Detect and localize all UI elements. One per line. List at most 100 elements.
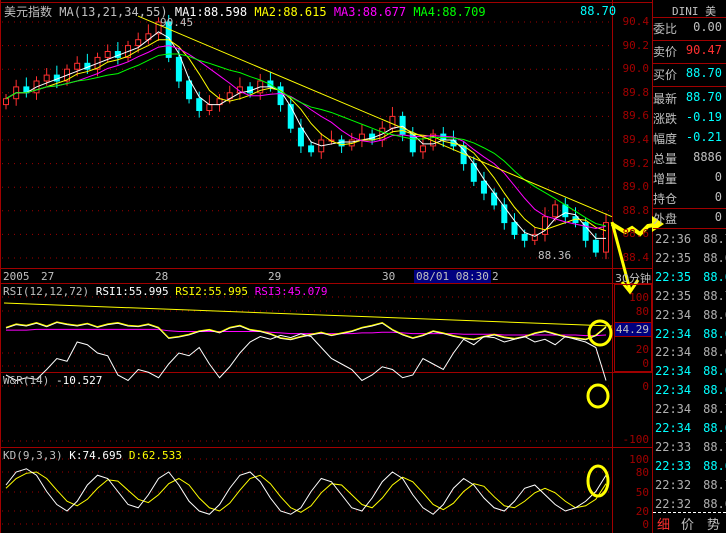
quote-row: 买价 88.70 xyxy=(653,66,726,84)
tick-price: 88.6 xyxy=(703,383,726,398)
rsi-tick-80: 80 xyxy=(635,305,649,318)
quote-row: 委比 0.00 xyxy=(653,20,726,38)
ma3-line xyxy=(5,45,607,230)
tick-time: 22:34 xyxy=(655,421,692,435)
tick-time: 22:34 xyxy=(655,383,692,398)
tick-price: 88.6 xyxy=(703,421,726,435)
wr-tick-0: 0 xyxy=(642,380,649,393)
kd-params: KD(9,3,3) xyxy=(3,449,63,462)
candle-up xyxy=(104,51,111,58)
d-line xyxy=(5,471,607,513)
tick-price: 88.7 xyxy=(703,439,726,454)
rsi2-line xyxy=(5,321,607,340)
quote-value: 0.00 xyxy=(693,20,722,34)
panel-tabs: 细 价 势 xyxy=(653,512,726,533)
price-tick: 90.2 xyxy=(622,38,650,52)
tab-price[interactable]: 价 xyxy=(681,514,694,533)
annotation-circle xyxy=(587,319,613,347)
candle-down xyxy=(186,80,193,100)
tick-time: 22:33 xyxy=(655,439,692,454)
date-30: 30 xyxy=(382,270,396,283)
candle-up xyxy=(74,62,81,70)
quote-label: 最新 xyxy=(653,92,678,106)
quote-value: 90.47 xyxy=(685,43,722,57)
wr-tick-100: -100 xyxy=(622,433,650,446)
rsi-tick-0: 0 xyxy=(642,357,649,370)
kd-header: KD(9,3,3) K:74.695 D:62.533 xyxy=(3,449,182,462)
quote-row: 总量 8886 xyxy=(653,150,726,168)
candle-up xyxy=(206,104,213,111)
price-trendline xyxy=(137,15,613,218)
d-value: D:62.533 xyxy=(128,449,182,462)
quote-label: 卖价 xyxy=(653,45,678,59)
main-header: 美元指数 MA(13,21,34,55) MA1:88.598 MA2:88.6… xyxy=(4,3,486,20)
candle-up xyxy=(358,133,365,141)
quote-divider xyxy=(653,40,726,41)
price-tick: 88.4 xyxy=(622,251,650,264)
quote-row: 增量 0 xyxy=(653,170,726,188)
date-2: 2 xyxy=(492,270,499,283)
candle-down xyxy=(308,145,315,153)
kd-tick-80: 80 xyxy=(635,466,649,479)
quote-label: 幅度 xyxy=(653,132,678,146)
candle-up xyxy=(552,204,559,218)
quote-value: 0 xyxy=(714,190,722,204)
price-tick: 89.6 xyxy=(622,109,650,123)
tick-price: 88.6 xyxy=(703,345,726,360)
quote-row: 持仓 0 xyxy=(653,190,726,208)
price-tick: 90.4 xyxy=(622,15,650,28)
tick-price: 88.6 xyxy=(703,326,726,341)
kd-tick-100: 100 xyxy=(629,453,649,466)
tick-price: 88.6 xyxy=(703,458,726,473)
candle-down xyxy=(592,239,599,253)
quote-label: 增量 xyxy=(653,172,678,186)
ma4-line xyxy=(5,53,607,227)
tab-detail[interactable]: 细 xyxy=(657,514,670,533)
quote-value: 0 xyxy=(714,210,722,224)
tick-time: 22:34 xyxy=(655,326,692,341)
quote-label: 买价 xyxy=(653,68,678,82)
rsi-trendline xyxy=(3,302,613,327)
wr-value: -10.527 xyxy=(55,374,103,387)
wr-params: W&R(14) xyxy=(3,374,50,387)
price-tick: 90.0 xyxy=(622,62,650,76)
quote-value: 88.70 xyxy=(685,66,722,80)
rsi-header: RSI(12,12,72) RSI1:55.995 RSI2:55.995 RS… xyxy=(3,285,328,298)
date-27: 27 xyxy=(41,270,55,283)
ma-params: MA(13,21,34,55) xyxy=(59,5,168,19)
low-label: 88.36 xyxy=(538,249,572,262)
price-tick: 89.4 xyxy=(622,133,650,146)
tick-time: 22:35 xyxy=(655,269,692,284)
candle-down xyxy=(297,127,304,147)
tick-time: 22:34 xyxy=(655,402,692,417)
quote-label: 外盘 xyxy=(653,212,678,226)
tab-trend[interactable]: 势 xyxy=(707,514,720,533)
instrument-name: 美元指数 xyxy=(4,5,53,19)
rsi2-value: RSI2:55.995 xyxy=(175,285,249,298)
quote-value: 8886 xyxy=(693,150,722,164)
kd-tick-50: 50 xyxy=(635,486,649,499)
tick-price: 88.6 xyxy=(703,496,726,511)
candle-down xyxy=(480,180,487,194)
candle-up xyxy=(43,74,50,82)
tick-price: 88.6 xyxy=(703,250,726,265)
quote-row: 幅度 -0.21 xyxy=(653,130,726,148)
wr-header: W&R(14) -10.527 xyxy=(3,374,102,387)
price-tick: 88.8 xyxy=(622,203,650,217)
tick-price: 88.7 xyxy=(703,288,726,303)
candle-down xyxy=(175,56,182,82)
price-tick: 88.6 xyxy=(622,227,650,241)
tick-time: 22:32 xyxy=(655,477,692,492)
tick-time: 22:34 xyxy=(655,364,692,379)
rsi3-value: RSI3:45.079 xyxy=(254,285,328,298)
tick-price: 88.6 xyxy=(703,307,726,322)
kd-tick-20: 20 xyxy=(635,505,649,518)
quote-label: 委比 xyxy=(653,22,678,36)
tick-time: 22:32 xyxy=(655,496,692,511)
quote-label: 涨跌 xyxy=(653,112,678,126)
k-line xyxy=(5,468,607,515)
quote-divider xyxy=(653,17,726,18)
tick-time: 22:34 xyxy=(655,307,692,322)
rsi-tick-20: 20 xyxy=(635,343,649,356)
quote-divider xyxy=(653,228,726,229)
